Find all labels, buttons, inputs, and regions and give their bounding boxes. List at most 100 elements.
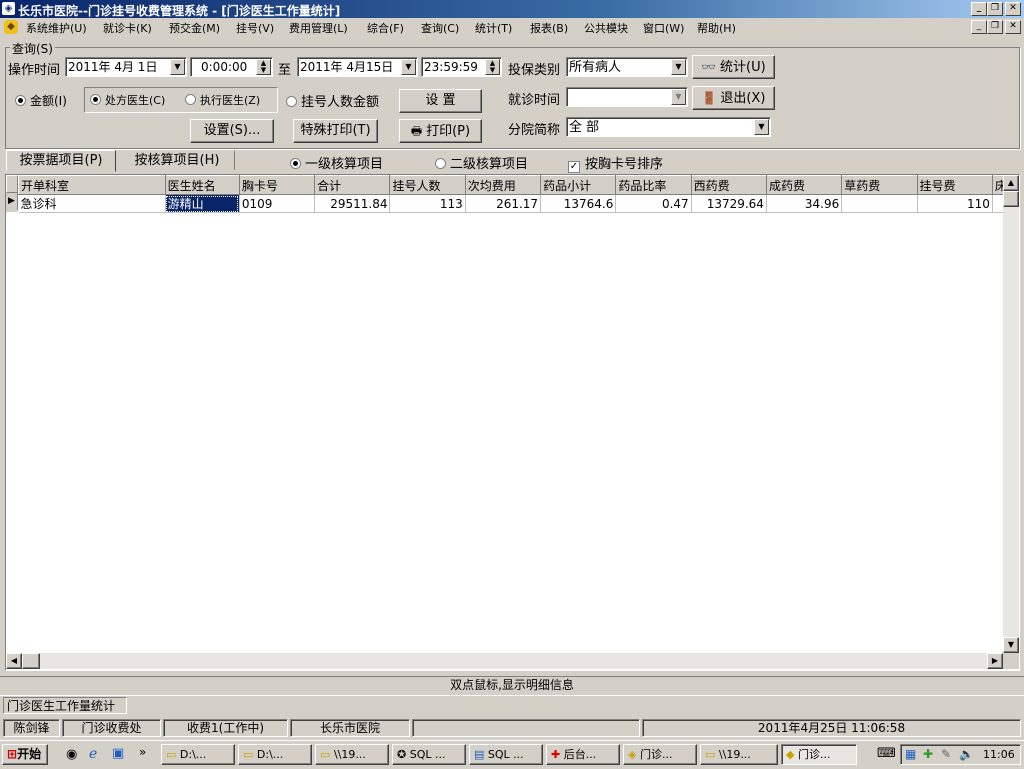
menu-public[interactable]: 公共模块 [584,20,628,36]
column-header[interactable]: 挂号人数 [389,175,466,195]
taskbar-item[interactable]: ▭ \\19... [700,744,778,765]
cell-doctor-name[interactable]: 游精山 [165,194,240,213]
checkbox-sort-by-card[interactable]: ✓ 按胸卡号排序 [568,153,663,173]
antivirus-icon[interactable]: ✚ [923,747,933,761]
taskbar-item[interactable]: ▭ \\19... [315,744,389,765]
date-from-picker[interactable]: 2011年 4月 1日 ▼ [65,57,187,77]
radio-executing-doctor[interactable]: 执行医生(Z) [185,92,260,108]
start-button[interactable]: ⊞开始 [2,744,48,765]
cell-drug-ratio[interactable]: 0.47 [615,194,692,213]
menu-query[interactable]: 查询(C) [421,20,459,36]
cell-avg-fee[interactable]: 261.17 [465,194,542,213]
radio-reg-count-amount[interactable]: 挂号人数金额 [286,91,379,110]
column-header[interactable]: 成药费 [765,175,843,195]
column-header[interactable]: 草药费 [841,175,918,195]
menu-reports[interactable]: 报表(B) [530,20,568,36]
print-button[interactable]: 🖶 打印(P) [399,119,482,143]
data-grid[interactable]: ▶ 开单科室 医生姓名 胸卡号 合计 挂号人数 次均费用 药品小计 药品比率 西… [5,174,1020,671]
special-print-button[interactable]: 特殊打印(T) [293,119,378,143]
menu-card[interactable]: 就诊卡(K) [103,20,152,36]
quicklaunch-icon[interactable]: ◉ [66,747,77,762]
dropdown-arrow-icon[interactable]: ▼ [170,59,185,75]
column-header[interactable]: 胸卡号 [238,175,316,195]
cell-reg-fee[interactable]: 110 [917,194,993,213]
radio-amount[interactable]: 金额(I) [15,92,67,109]
radio-level1[interactable]: 一级核算项目 [290,153,383,172]
spin-arrows-icon[interactable]: ▲ ▼ [256,59,271,75]
column-header[interactable]: 医生姓名 [164,175,240,195]
window-title-bar[interactable]: ◈ 长乐市医院--门诊挂号收费管理系统 - [门诊医生工作量统计] _ ❐ ✕ [0,0,1024,18]
taskbar-item[interactable]: ✪ SQL ... [392,744,466,765]
column-header[interactable]: 药品小计 [540,175,617,195]
cell-total[interactable]: 29511.84 [314,194,391,213]
desktop-icon[interactable]: ▣ [112,746,124,761]
taskbar-item[interactable]: ▭ D:\... [238,744,312,765]
taskbar-item[interactable]: ◈ 门诊... [623,744,697,765]
dropdown-arrow-icon[interactable]: ▼ [671,59,686,75]
scroll-down-icon[interactable]: ▼ [1003,637,1019,653]
dropdown-arrow-icon[interactable]: ▼ [401,59,416,75]
dropdown-arrow-icon[interactable]: ▼ [754,119,769,135]
time-from-spinner[interactable]: 0:00:00 ▲ ▼ [190,57,273,77]
menu-help[interactable]: 帮助(H) [697,20,736,36]
menu-window[interactable]: 窗口(W) [643,20,684,36]
menu-fees[interactable]: 费用管理(L) [289,20,348,36]
tools-icon[interactable]: ✎ [941,747,951,761]
menu-system[interactable]: 系统维护(U) [26,20,87,36]
column-header[interactable]: 西药费 [690,175,767,195]
menu-general[interactable]: 综合(F) [367,20,404,36]
tab-by-accounting[interactable]: 按核算项目(H) [120,151,235,170]
restore-button[interactable]: ❐ [987,2,1003,16]
ins-type-select[interactable]: 所有病人 ▼ [566,57,688,77]
mdi-child-icon[interactable]: ◆ [4,20,18,34]
column-header[interactable]: 次均费用 [464,175,542,195]
scroll-up-icon[interactable]: ▲ [1003,175,1019,191]
radio-level2[interactable]: 二级核算项目 [435,153,528,172]
table-row[interactable]: 急诊科 游精山 0109 29511.84 113 261.17 13764.6… [18,194,1009,213]
column-header[interactable]: 药品比率 [615,175,692,195]
ie-browser-icon[interactable]: ℯ [89,746,97,762]
quicklaunch-more-icon[interactable]: » [139,745,146,759]
cell-drug-subtotal[interactable]: 13764.6 [540,194,617,213]
menu-deposit[interactable]: 预交金(M) [169,20,220,36]
cell-western-drug[interactable]: 13729.64 [691,194,767,213]
taskbar-item[interactable]: ▭ D:\... [161,744,235,765]
cell-card-no[interactable]: 0109 [239,194,316,213]
time-to-spinner[interactable]: 23:59:59 ▲ ▼ [421,57,502,77]
taskbar-item-active[interactable]: ◆ 门诊... [781,744,857,765]
dropdown-arrow-icon[interactable]: ▼ [671,89,686,105]
mdi-minimize-button[interactable]: _ [971,20,987,34]
clock[interactable]: 11:06 [983,748,1015,761]
menu-statistics[interactable]: 统计(T) [475,20,512,36]
scroll-thumb[interactable] [1003,191,1019,207]
taskbar-item[interactable]: ✚ 后台... [546,744,620,765]
close-button[interactable]: ✕ [1005,2,1021,16]
settings-button[interactable]: 设 置 [399,89,482,113]
tab-by-receipt[interactable]: 按票据项目(P) [6,150,116,172]
branch-select[interactable]: 全 部 ▼ [566,117,771,137]
cell-reg-count[interactable]: 113 [389,194,466,213]
visit-time-select[interactable]: ▼ [566,87,688,107]
column-header[interactable]: 挂号费 [916,175,993,195]
exit-button[interactable]: 🚪 退出(X) [692,86,775,110]
column-header[interactable]: 开单科室 [18,175,166,195]
cell-department[interactable]: 急诊科 [18,194,166,213]
date-to-picker[interactable]: 2011年 4月15日 ▼ [297,57,418,77]
mdi-tab-doctor-workload[interactable]: 门诊医生工作量统计 [3,697,127,714]
scroll-right-icon[interactable]: ▶ [987,653,1003,669]
taskbar-item[interactable]: ▤ SQL ... [469,744,543,765]
volume-icon[interactable]: 🔈 [959,747,974,761]
settings-dialog-button[interactable]: 设置(S)... [190,119,274,143]
menu-register[interactable]: 挂号(V) [236,20,274,36]
column-header[interactable]: 合计 [314,175,391,195]
radio-prescribing-doctor[interactable]: 处方医生(C) [90,92,165,108]
cell-patent-drug[interactable]: 34.96 [766,194,843,213]
keyboard-icon[interactable]: ⌨ [877,746,896,761]
vertical-scrollbar[interactable]: ▲ ▼ [1003,175,1019,653]
stat-button[interactable]: 👓 统计(U) [692,55,775,79]
minimize-button[interactable]: _ [971,2,987,16]
mdi-close-button[interactable]: ✕ [1005,20,1021,34]
cell-herbal-drug[interactable] [841,194,918,213]
horizontal-scrollbar[interactable]: ◀ ▶ [6,653,1003,669]
mdi-restore-button[interactable]: ❐ [987,20,1003,34]
